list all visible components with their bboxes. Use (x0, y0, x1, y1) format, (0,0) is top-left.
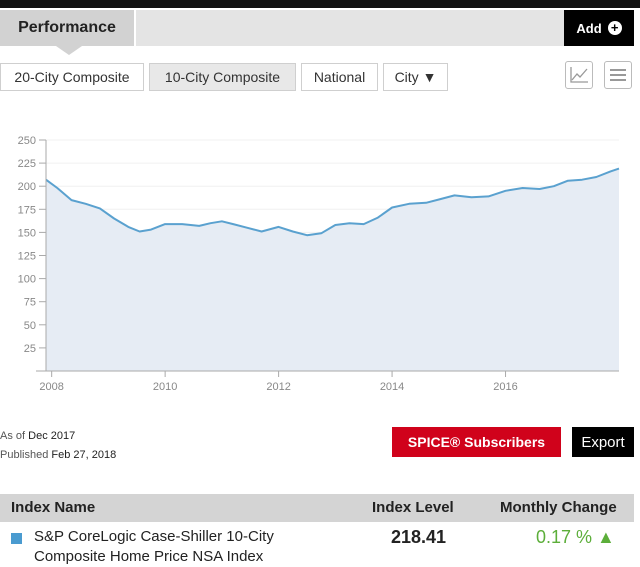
column-header-monthly-change: Monthly Change (500, 499, 617, 516)
published-date: Feb 27, 2018 (51, 449, 117, 461)
y-tick-label: 25 (24, 343, 36, 355)
y-tick-label: 100 (18, 274, 36, 286)
index-level-value: 218.41 (391, 527, 447, 547)
tab-performance-label: Performance (18, 19, 116, 36)
y-tick-label: 250 (18, 135, 36, 147)
y-tick-label: 125 (18, 251, 36, 263)
index-table-header: Index Name Index Level Monthly Change (0, 494, 634, 522)
y-tick-label: 175 (18, 204, 36, 216)
line-chart-icon (570, 67, 588, 83)
series-area (46, 168, 619, 371)
line-chart-view-button[interactable] (565, 61, 593, 89)
active-tab-caret (56, 46, 82, 55)
filter-city-dropdown[interactable]: City ▼ (383, 63, 448, 91)
index-name-line: Composite Home Price NSA Index (34, 548, 264, 565)
index-name-line: S&P CoreLogic Case-Shiller 10-City (34, 528, 274, 545)
export-button-label: Export (581, 433, 625, 451)
published-line: Published Feb 27, 2018 (0, 446, 116, 465)
published-label: Published (0, 449, 49, 461)
y-tick-label: 200 (18, 181, 36, 193)
y-tick-label: 75 (24, 297, 36, 309)
series-color-swatch (11, 533, 22, 544)
x-tick-label: 2014 (380, 381, 404, 393)
add-button-label: Add (576, 20, 602, 36)
filter-label: City ▼ (394, 69, 437, 85)
monthly-change-value: 0.17 % ▲ (536, 527, 615, 547)
x-tick-label: 2010 (153, 381, 177, 393)
add-button[interactable]: Add + (564, 10, 634, 46)
as-of-info: As of Dec 2017 Published Feb 27, 2018 (0, 427, 116, 465)
plus-circle-icon: + (607, 21, 622, 35)
x-tick-label: 2016 (493, 381, 517, 393)
filter-label: National (313, 69, 366, 85)
column-header-index-name: Index Name (11, 499, 96, 516)
index-name-link[interactable]: S&P CoreLogic Case-Shiller 10-City Compo… (34, 527, 334, 567)
filter-label: 10-City Composite (164, 69, 281, 85)
column-header-index-level: Index Level (372, 499, 454, 516)
as-of-label: As of (0, 430, 26, 442)
export-button[interactable]: Export (572, 427, 634, 457)
header-bar (136, 10, 564, 46)
spice-subscribers-button[interactable]: SPICE® Subscribers (392, 427, 561, 457)
y-tick-label: 150 (18, 227, 36, 239)
table-view-button[interactable] (604, 61, 632, 89)
x-tick-label: 2008 (39, 381, 63, 393)
menu-icon (610, 69, 626, 81)
spice-button-label: SPICE® Subscribers (407, 434, 546, 450)
filter-10-city-composite[interactable]: 10-City Composite (149, 63, 296, 91)
as-of-line: As of Dec 2017 (0, 427, 116, 446)
as-of-date: Dec 2017 (28, 430, 76, 442)
x-tick-label: 2012 (266, 381, 290, 393)
top-bar (0, 0, 640, 8)
filter-national[interactable]: National (301, 63, 378, 91)
filter-20-city-composite[interactable]: 20-City Composite (0, 63, 144, 91)
y-tick-label: 225 (18, 158, 36, 170)
y-tick-label: 50 (24, 320, 36, 332)
performance-chart: 25 50 75 100 125 150 175 200 225 250 2008 2010 2012 2… (18, 135, 620, 393)
filter-label: 20-City Composite (14, 69, 130, 85)
tab-performance[interactable]: Performance (0, 10, 134, 46)
